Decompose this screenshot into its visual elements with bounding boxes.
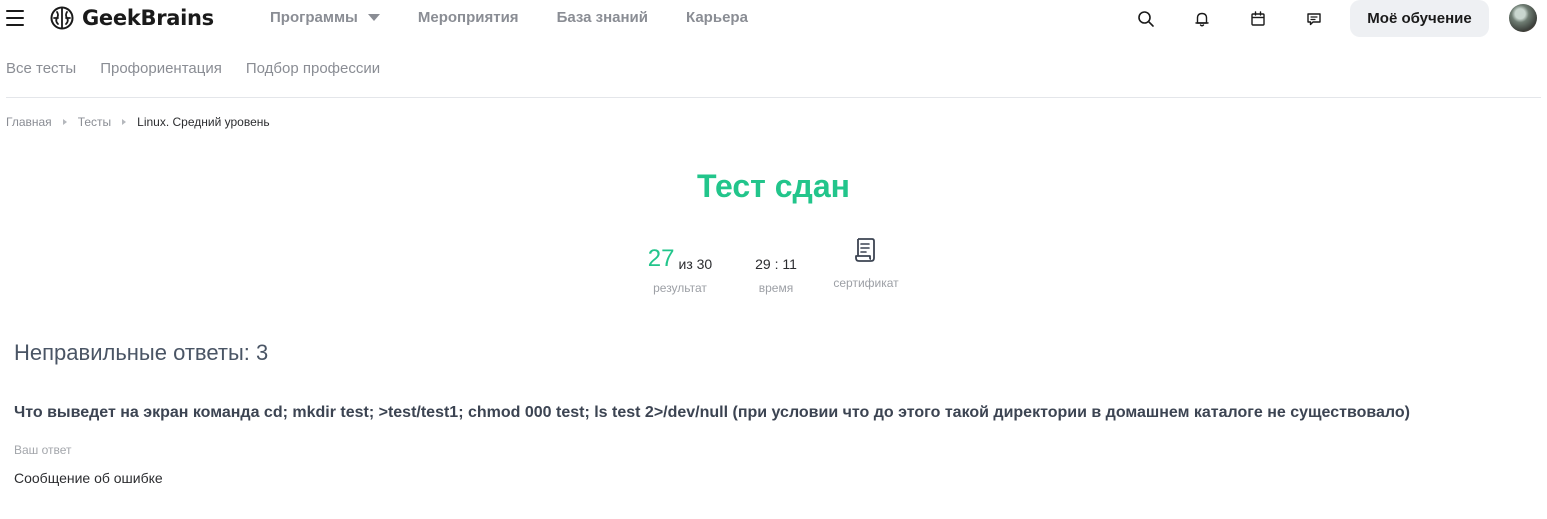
breadcrumb-current: Linux. Средний уровень: [137, 115, 270, 129]
wrong-answers-title: Неправильные ответы: 3: [14, 340, 269, 365]
time-stat: 29 : 11 время: [740, 242, 812, 295]
question-text: Что выведет на экран команда cd; mkdir t…: [14, 404, 1410, 421]
my-learning-button[interactable]: Моё обучение: [1350, 0, 1489, 37]
nav-item-knowledge-base[interactable]: База знаний: [557, 9, 648, 26]
nav-item-label: Программы: [270, 9, 358, 26]
time-label: время: [758, 281, 794, 295]
page: GeekBrains Программы Мероприятия База зн…: [0, 0, 1547, 519]
nav-item-label: База знаний: [556, 9, 648, 26]
subnav-item-all-tests[interactable]: Все тесты: [6, 60, 76, 77]
logo-text: GeekBrains: [82, 6, 214, 30]
breadcrumb-tests[interactable]: Тесты: [78, 115, 111, 129]
your-answer-label: Ваш ответ: [14, 443, 72, 457]
nav-item-career[interactable]: Карьера: [686, 9, 748, 26]
chevron-right-icon: [122, 119, 127, 125]
certificate-icon[interactable]: [852, 236, 880, 264]
chevron-down-icon: [367, 14, 380, 21]
breadcrumb-home[interactable]: Главная: [6, 115, 52, 129]
search-icon[interactable]: [1136, 9, 1156, 29]
calendar-icon[interactable]: [1248, 9, 1268, 29]
nav-item-label: Мероприятия: [417, 9, 519, 26]
chat-icon[interactable]: [1304, 9, 1324, 29]
score-total: из 30: [678, 256, 713, 272]
nav-item-programs[interactable]: Программы: [270, 9, 380, 26]
score-label: результат: [653, 281, 707, 295]
bell-icon[interactable]: [1192, 9, 1212, 29]
breadcrumb: Главная Тесты Linux. Средний уровень: [6, 115, 270, 129]
subnav-item-profession-selection[interactable]: Подбор профессии: [246, 60, 380, 77]
your-answer-value: Сообщение об ошибке: [14, 470, 163, 486]
logo[interactable]: GeekBrains: [50, 5, 214, 31]
score-value: 27: [647, 245, 675, 272]
certificate-stat[interactable]: сертификат: [826, 236, 906, 290]
avatar[interactable]: [1509, 4, 1537, 32]
nav-item-events[interactable]: Мероприятия: [418, 9, 519, 26]
menu-icon[interactable]: [6, 10, 24, 26]
certificate-label: сертификат: [833, 276, 899, 290]
subnav-item-career-guidance[interactable]: Профориентация: [100, 60, 222, 77]
nav-item-label: Карьера: [686, 9, 748, 26]
chevron-right-icon: [62, 119, 67, 125]
brain-logo-icon: [50, 6, 74, 30]
result-title: Тест сдан: [697, 168, 850, 204]
sub-nav: Все тесты Профориентация Подбор професси…: [6, 60, 404, 77]
top-header: GeekBrains Программы Мероприятия База зн…: [0, 0, 1547, 37]
score-stat: 27 из 30 результат: [640, 242, 720, 296]
time-value: 29 : 11: [755, 256, 797, 272]
main-nav: Программы Мероприятия База знаний Карьер…: [270, 9, 786, 26]
divider: [6, 97, 1541, 98]
